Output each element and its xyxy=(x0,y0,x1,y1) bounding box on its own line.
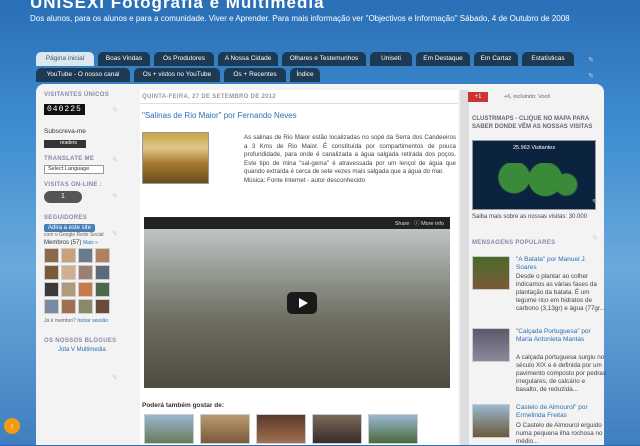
main-column: QUINTA-FEIRA, 27 DE SETEMBRO DE 2012 "Sa… xyxy=(140,90,458,445)
tab-index[interactable]: Índice xyxy=(290,68,320,82)
post-source: Música: Fonte Internet - autor desconhec… xyxy=(244,176,366,184)
wrench-icon[interactable]: ✎ xyxy=(592,234,598,242)
avatar[interactable] xyxy=(78,299,93,314)
popular-title[interactable]: "A Batata" por Manuel J. Soares xyxy=(516,256,606,272)
related-posts-header: Poderá também gostar de: xyxy=(142,402,224,409)
related-thumb[interactable] xyxy=(256,414,306,444)
video-player[interactable]: Share ⓘ More info xyxy=(144,217,450,388)
tab-showing[interactable]: Em Cartaz xyxy=(474,52,518,66)
tab-welcome[interactable]: Boas Vindas xyxy=(98,52,150,66)
popular-header: MENSAGENS POPULARES xyxy=(472,240,556,246)
left-sidebar: VISITANTES ÚNICOS 040225 Subscreva-me re… xyxy=(44,92,132,353)
avatar[interactable] xyxy=(44,282,59,297)
info-icon[interactable]: ⓘ xyxy=(414,221,420,227)
avatar[interactable] xyxy=(95,248,110,263)
tab-producers[interactable]: Os Produtores xyxy=(154,52,214,66)
sign-in-link[interactable]: Iniciar sessão xyxy=(77,318,108,324)
translate-header: TRANSLATE ME xyxy=(44,156,95,162)
tab-featured[interactable]: Em Destaque xyxy=(416,52,470,66)
avatar[interactable] xyxy=(44,265,59,280)
popular-excerpt: Desde o plantar ao colher indicamos as v… xyxy=(516,273,605,312)
avatar[interactable] xyxy=(95,299,110,314)
avatar[interactable] xyxy=(61,248,76,263)
content-area: VISITANTES ÚNICOS 040225 Subscreva-me re… xyxy=(36,84,606,445)
post-title[interactable]: "Salinas de Rio Maior" por Fernando Neve… xyxy=(142,111,458,120)
blog-header: UNISEXI Fotografia e Multimédia Dos alun… xyxy=(0,0,640,48)
related-thumb[interactable] xyxy=(312,414,362,444)
related-thumb[interactable] xyxy=(368,414,418,444)
clustrmaps-map[interactable]: 25.963 Visitantes xyxy=(472,140,596,210)
popular-thumb[interactable] xyxy=(472,256,510,290)
subscribe-label: Subscreva-me xyxy=(44,128,86,135)
online-counter: 1 xyxy=(44,191,82,203)
wrench-icon[interactable]: ✎ xyxy=(112,156,118,164)
avatar[interactable] xyxy=(61,282,76,297)
related-thumb[interactable] xyxy=(200,414,250,444)
tab-views[interactable]: Olhares e Testemunhos xyxy=(282,52,366,66)
blog-description: Dos alunos, para os alunos e para a comu… xyxy=(30,14,570,23)
avatar[interactable] xyxy=(95,265,110,280)
visitor-counter: 040225 xyxy=(44,104,85,115)
tab-uniseti[interactable]: Uniseti xyxy=(370,52,412,66)
popular-thumb[interactable] xyxy=(472,328,510,362)
avatar[interactable] xyxy=(44,248,59,263)
wrench-icon[interactable]: ✎ xyxy=(112,230,118,238)
popular-title[interactable]: Castelo de Almourol" por Ermelinda Freit… xyxy=(516,404,606,420)
related-thumb[interactable] xyxy=(144,414,194,444)
tab-recent[interactable]: Os + Recentes xyxy=(224,68,286,82)
followers-grid xyxy=(44,246,132,314)
visits-count: 25.963 Visitantes xyxy=(513,145,556,151)
feed-readers-badge[interactable]: readers xyxy=(44,140,86,148)
gplus-text: +6, incluindo: Você xyxy=(504,94,551,100)
blogs-header: OS NOSSOS BLOGUES xyxy=(44,338,117,344)
visitors-header: VISITANTES ÚNICOS xyxy=(44,92,109,98)
post-text: As salinas de Rio Maior estão localizada… xyxy=(244,134,456,185)
wrench-icon[interactable]: ✎ xyxy=(112,192,118,200)
popular-title[interactable]: "Calçada Portuguesa" por Maria Antonieta… xyxy=(516,328,606,344)
popular-list: "A Batata" por Manuel J. Soares Desde o … xyxy=(472,256,606,445)
tab-most-viewed[interactable]: Os + vistos no YouTube xyxy=(134,68,220,82)
wrench-icon[interactable]: ✎ xyxy=(112,374,118,382)
blog-link[interactable]: Jota V Multimedia xyxy=(44,347,132,353)
blog-title[interactable]: UNISEXI Fotografia e Multimédia xyxy=(30,0,325,13)
online-header: VISITAS ON-LINE : xyxy=(44,182,102,188)
popular-excerpt: O Castelo de Almourol erguido numa peque… xyxy=(516,422,603,445)
world-map xyxy=(483,163,587,199)
wrench-icon[interactable]: ✎ xyxy=(588,56,594,64)
avatar[interactable] xyxy=(78,282,93,297)
share-button[interactable]: Share xyxy=(395,221,410,227)
play-icon[interactable] xyxy=(287,292,317,314)
scroll-top-icon[interactable]: ↑ xyxy=(4,418,20,434)
wrench-icon[interactable]: ✎ xyxy=(112,106,118,114)
scrollbar[interactable] xyxy=(460,90,469,445)
visits-note: Saiba mais sobre as nossas visitas: 30.0… xyxy=(472,214,588,220)
avatar[interactable] xyxy=(44,299,59,314)
avatar[interactable] xyxy=(78,248,93,263)
tab-statistics[interactable]: Estatísticas xyxy=(522,52,574,66)
post-paragraph: As salinas de Rio Maior estão localizada… xyxy=(244,134,456,175)
wrench-icon[interactable]: ✎ xyxy=(592,198,598,206)
tab-home[interactable]: Página inicial xyxy=(36,52,94,66)
avatar[interactable] xyxy=(61,299,76,314)
post-date: QUINTA-FEIRA, 27 DE SETEMBRO DE 2012 xyxy=(140,90,458,104)
avatar[interactable] xyxy=(95,282,110,297)
tab-youtube-channel[interactable]: YouTube - O nosso canal xyxy=(36,68,130,82)
avatar[interactable] xyxy=(78,265,93,280)
followers-header: SEGUIDORES xyxy=(44,215,88,221)
join-site-button[interactable]: Adira a este site xyxy=(44,224,96,232)
tab-our-city[interactable]: A Nossa Cidade xyxy=(218,52,278,66)
language-select[interactable]: Select Language xyxy=(44,165,104,174)
avatar[interactable] xyxy=(61,265,76,280)
gplus-button[interactable]: +1 xyxy=(468,92,488,102)
salt-pans-image[interactable] xyxy=(142,132,209,184)
already-member-label: Já é membro? xyxy=(44,318,76,324)
clustrmaps-header: CLUSTRMAPS - CLIQUE NO MAPA PARA SABER D… xyxy=(472,116,593,130)
more-info-button[interactable]: More info xyxy=(421,221,444,227)
popular-thumb[interactable] xyxy=(472,404,510,438)
wrench-icon[interactable]: ✎ xyxy=(588,72,594,80)
popular-excerpt: A calçada portuguesa surgiu no século XI… xyxy=(516,354,606,393)
with-google-label: com o Google Rede Social xyxy=(44,232,104,238)
